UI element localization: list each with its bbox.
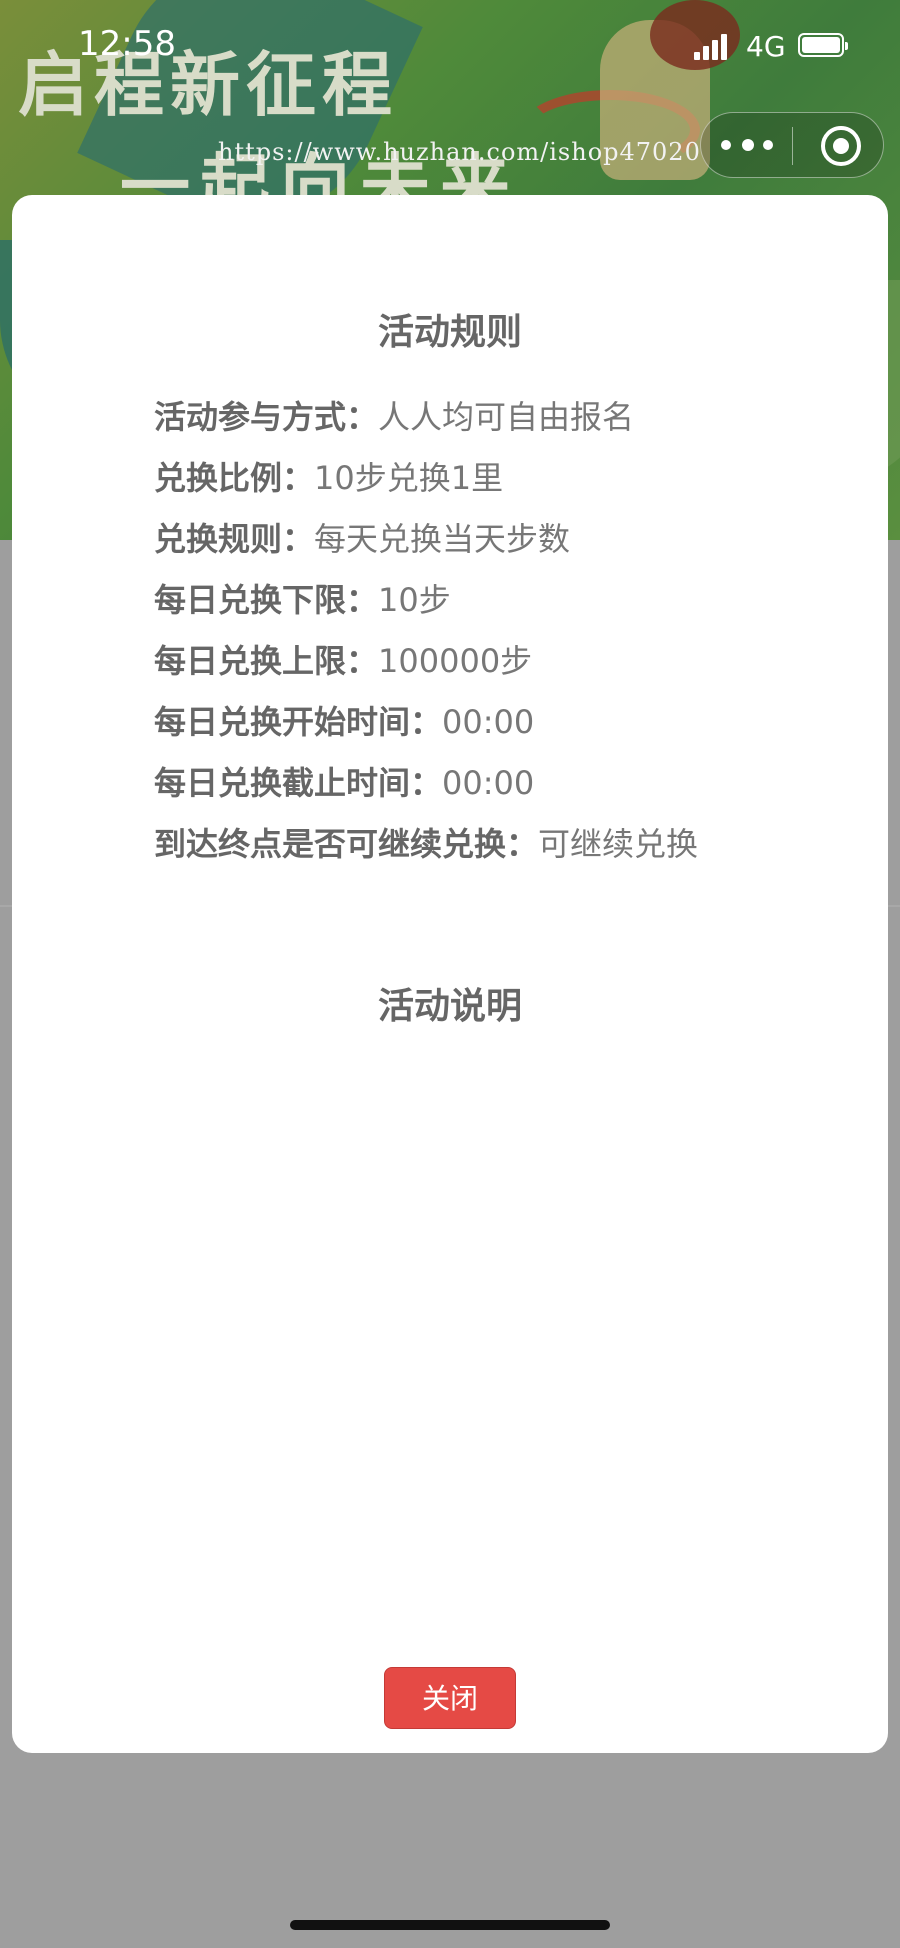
rule-item: 每日兑换下限：10步 [154, 570, 698, 631]
close-button[interactable]: 关闭 [384, 1667, 516, 1729]
rule-value: 10步 [378, 581, 451, 619]
rule-item: 兑换规则：每天兑换当天步数 [154, 509, 698, 570]
close-miniprogram-icon[interactable] [821, 126, 861, 166]
watermark-url: https://www.huzhan.com/ishop47020 [218, 138, 701, 166]
home-indicator [290, 1920, 610, 1930]
rule-value: 10步兑换1里 [314, 459, 504, 497]
description-title: 活动说明 [377, 986, 522, 1027]
more-icon[interactable] [721, 131, 773, 161]
rule-label: 活动参与方式： [154, 398, 379, 436]
rule-value: 100000步 [378, 642, 533, 680]
rules-list: 活动参与方式：人人均可自由报名 兑换比例：10步兑换1里 兑换规则：每天兑换当天… [154, 387, 698, 875]
rule-value: 可继续兑换 [538, 825, 699, 863]
mini-program-capsule [700, 112, 884, 178]
rule-item: 每日兑换截止时间：00:00 [154, 753, 698, 814]
rule-item: 每日兑换开始时间：00:00 [154, 692, 698, 753]
rule-label: 每日兑换下限： [154, 581, 379, 619]
rules-title: 活动规则 [377, 312, 522, 353]
rules-modal: 活动规则 活动参与方式：人人均可自由报名 兑换比例：10步兑换1里 兑换规则：每… [12, 195, 888, 1753]
rule-value: 00:00 [442, 764, 535, 802]
rule-label: 兑换比例： [154, 459, 315, 497]
rule-label: 每日兑换上限： [154, 642, 379, 680]
rule-item: 到达终点是否可继续兑换：可继续兑换 [154, 814, 698, 875]
banner-title-line1: 启程新征程 [18, 44, 398, 126]
rule-value: 00:00 [442, 703, 535, 741]
status-time: 12:58 [78, 24, 176, 64]
rule-label: 兑换规则： [154, 520, 315, 558]
rule-label: 每日兑换截止时间： [154, 764, 443, 802]
rule-value: 每天兑换当天步数 [314, 520, 571, 558]
network-type: 4G [746, 30, 786, 63]
rule-value: 人人均可自由报名 [378, 398, 635, 436]
rule-item: 兑换比例：10步兑换1里 [154, 448, 698, 509]
rule-label: 到达终点是否可继续兑换： [154, 825, 539, 863]
signal-icon [694, 32, 730, 60]
rule-item: 活动参与方式：人人均可自由报名 [154, 387, 698, 448]
rule-label: 每日兑换开始时间： [154, 703, 443, 741]
battery-icon [798, 33, 848, 57]
capsule-divider [792, 127, 793, 165]
rule-item: 每日兑换上限：100000步 [154, 631, 698, 692]
